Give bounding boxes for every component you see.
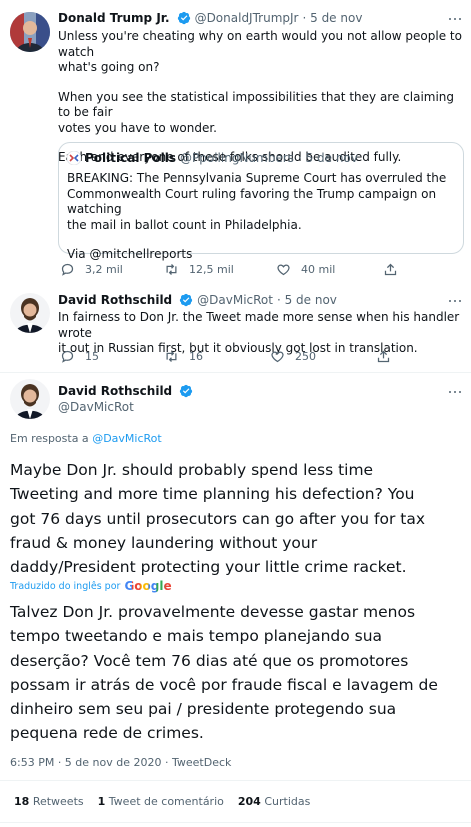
heart-icon bbox=[271, 351, 284, 363]
quoted-text-line: Via @mitchellreports bbox=[67, 247, 193, 261]
more-options-icon[interactable] bbox=[447, 14, 463, 24]
share-button[interactable] bbox=[376, 349, 391, 364]
divider bbox=[0, 372, 471, 373]
tweet-text-line: When you see the statistical impossibili… bbox=[58, 89, 455, 120]
retweet-button[interactable]: 16 bbox=[164, 349, 203, 364]
retweet-icon bbox=[166, 264, 177, 275]
quoted-text-line: the mail in ballot count in Philadelphia… bbox=[67, 217, 302, 232]
tweet-text-line: it out in Russian first, but it obviousl… bbox=[58, 341, 418, 355]
tweet-text-line: Tweeting and more time planning his defe… bbox=[10, 485, 415, 504]
verified-badge-icon bbox=[180, 384, 193, 398]
reply-button[interactable]: 3,2 mil bbox=[60, 262, 123, 277]
translated-text: Talvez Don Jr. provavelmente devesse gas… bbox=[10, 600, 468, 746]
tweet-text-line: daddy/President protecting your little c… bbox=[10, 558, 407, 577]
divider bbox=[0, 780, 471, 781]
tweet-text-line: Maybe Don Jr. should probably spend less… bbox=[10, 461, 374, 479]
tweet-date[interactable]: · 5 de nov bbox=[302, 11, 362, 25]
engagement-stats: 18 Retweets 1 Tweet de comentário 204 Cu… bbox=[14, 795, 310, 808]
translated-by-label[interactable]: Traduzido do inglês por bbox=[10, 581, 120, 592]
avatar-david-rothschild[interactable] bbox=[10, 293, 50, 333]
tweet-text-line: In fairness to Don Jr. the Tweet made mo… bbox=[58, 310, 460, 340]
reply-count: 3,2 mil bbox=[85, 263, 123, 276]
quote-tweets-stat[interactable]: 1 Tweet de comentário bbox=[98, 795, 224, 808]
tweet-metadata[interactable]: 6:53 PM · 5 de nov de 2020 · TweetDeck bbox=[10, 756, 231, 769]
divider bbox=[0, 822, 471, 823]
reply-icon bbox=[61, 350, 74, 363]
author-name[interactable]: Donald Trump Jr. bbox=[58, 11, 170, 25]
quoted-text-line: BREAKING: The Pennsylvania Supreme Court… bbox=[67, 171, 447, 185]
translation-line: possam ir atrás de você por fraude fisca… bbox=[10, 675, 438, 694]
share-icon bbox=[377, 350, 390, 363]
reply-context: Em resposta a @DavMicRot bbox=[10, 432, 162, 445]
like-count: 40 mil bbox=[301, 263, 336, 276]
avatar-david-rothschild[interactable] bbox=[10, 379, 50, 419]
translation-line: tempo tweetando e mais tempo planejando … bbox=[10, 627, 383, 646]
quoted-text-line: Commonwealth Court ruling favoring the T… bbox=[67, 186, 437, 217]
tweet-text-line: votes you have to wonder. bbox=[58, 120, 217, 135]
reply-button[interactable]: 15 bbox=[60, 349, 99, 364]
author-name[interactable]: David Rothschild bbox=[58, 384, 172, 398]
share-button[interactable] bbox=[383, 262, 398, 277]
avatar-image bbox=[10, 12, 50, 52]
verified-badge-icon bbox=[180, 293, 193, 307]
google-logo-text: Google bbox=[124, 579, 172, 593]
avatar-image bbox=[10, 293, 50, 333]
retweet-button[interactable]: 12,5 mil bbox=[164, 262, 234, 277]
retweets-stat[interactable]: 18 Retweets bbox=[14, 795, 84, 808]
heart-icon bbox=[277, 264, 290, 276]
tweet-text-line: got 76 days until prosecutors can go aft… bbox=[10, 509, 426, 528]
likes-label: Curtidas bbox=[264, 795, 311, 808]
quoted-author-name: Political Polls bbox=[85, 151, 177, 165]
tweet-text-line: what's going on? bbox=[58, 60, 160, 74]
political-polls-avatar-icon bbox=[67, 151, 81, 165]
quoted-tweet[interactable]: Political Polls @PpollingNumbers · 5 de … bbox=[58, 142, 464, 261]
author-name[interactable]: David Rothschild bbox=[58, 293, 172, 307]
retweets-number: 18 bbox=[14, 795, 30, 808]
quoted-tweet-date: · 5 de nov bbox=[297, 151, 358, 165]
tweet-body: Maybe Don Jr. should probably spend less… bbox=[10, 458, 466, 579]
translation-line: pequena rede de crimes. bbox=[10, 724, 204, 743]
quote-tweets-label: Tweet de comentário bbox=[108, 795, 224, 808]
likes-stat[interactable]: 204 Curtidas bbox=[238, 795, 310, 808]
avatar-donald-trump-jr[interactable] bbox=[10, 12, 50, 52]
translation-line: dinheiro sem seu pai / presidente proteg… bbox=[10, 700, 397, 719]
retweets-label: Retweets bbox=[32, 795, 84, 808]
verified-badge-icon bbox=[177, 11, 190, 25]
like-count: 250 bbox=[295, 350, 316, 363]
retweet-count: 12,5 mil bbox=[189, 263, 234, 276]
reply-to-link[interactable]: @DavMicRot bbox=[92, 432, 162, 445]
tweet-date[interactable]: · 5 de nov bbox=[277, 293, 337, 307]
tweet-text-line: Unless you're cheating why on earth woul… bbox=[58, 29, 462, 59]
author-handle[interactable]: @DavMicRot bbox=[197, 293, 273, 307]
likes-number: 204 bbox=[237, 795, 261, 808]
avatar-image bbox=[10, 379, 50, 419]
like-button[interactable]: 40 mil bbox=[276, 262, 335, 277]
author-handle[interactable]: @DonaldJTrumpJr bbox=[195, 11, 299, 25]
quote-tweets-number: 1 bbox=[97, 795, 106, 808]
quoted-author-handle: @PpollingNumbers bbox=[180, 151, 294, 165]
share-icon bbox=[384, 263, 397, 276]
retweet-count: 16 bbox=[189, 350, 203, 363]
translation-line: Talvez Don Jr. provavelmente devesse gas… bbox=[10, 603, 416, 621]
retweet-icon bbox=[166, 351, 177, 362]
author-handle[interactable]: @DavMicRot bbox=[58, 400, 134, 414]
translation-line: deserção? Você tem 76 dias até que os pr… bbox=[10, 651, 409, 670]
more-options-icon[interactable] bbox=[447, 296, 463, 306]
reply-icon bbox=[61, 263, 74, 276]
reply-count: 15 bbox=[85, 350, 99, 363]
google-logo: Google bbox=[124, 579, 171, 593]
tweet-text-line: fraud & money laundering without your bbox=[10, 533, 318, 552]
reply-prefix: Em resposta a bbox=[10, 432, 89, 445]
more-options-icon[interactable] bbox=[447, 387, 463, 397]
translation-attribution: Traduzido do inglês por Google bbox=[10, 579, 172, 593]
like-button[interactable]: 250 bbox=[270, 349, 316, 364]
